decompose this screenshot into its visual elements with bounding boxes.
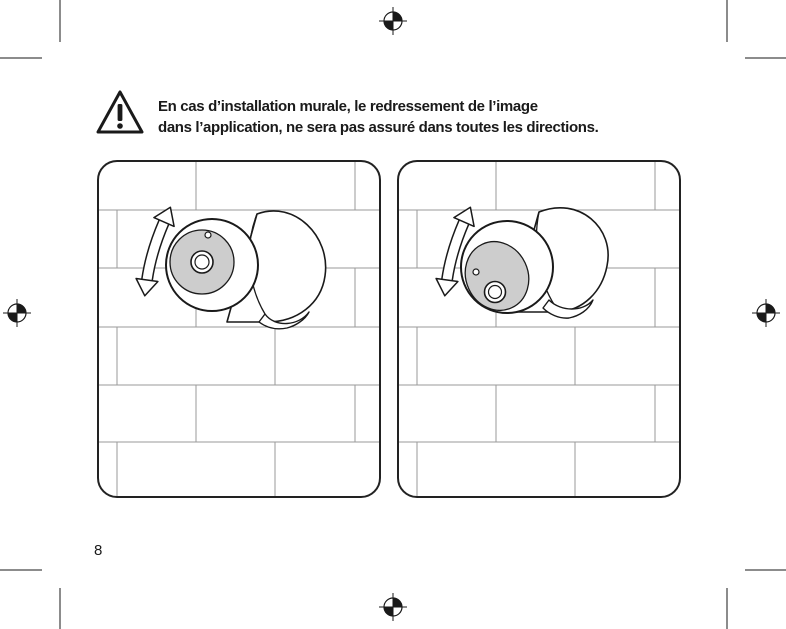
warning-line-1: En cas d’installation murale, le redress… [158, 98, 538, 115]
warning-triangle-icon [96, 90, 144, 134]
registration-mark-icon [752, 299, 780, 327]
camera-sensor-dot [204, 231, 212, 239]
warning-line-2: dans l’application, ne sera pas assuré d… [158, 119, 599, 136]
registration-mark-icon [3, 299, 31, 327]
camera-wall-mount-rotated-illustration [397, 160, 681, 498]
registration-mark-icon [379, 7, 407, 35]
camera-sensor-dot [472, 268, 480, 276]
camera [165, 210, 327, 330]
camera-lens-inner [487, 284, 503, 300]
brick-wall [99, 162, 379, 496]
crop-mark-bottom-left [0, 569, 61, 629]
page-number: 8 [94, 542, 103, 559]
warning-message: En cas d’installation murale, le redress… [158, 96, 718, 138]
registration-mark-icon [379, 593, 407, 621]
camera-lens-inner [194, 254, 210, 270]
camera [460, 207, 609, 319]
crop-mark-top-right [726, 0, 786, 59]
camera-wall-mount-upright-illustration [97, 160, 381, 498]
crop-mark-top-left [0, 0, 61, 59]
crop-mark-bottom-right [726, 569, 786, 629]
